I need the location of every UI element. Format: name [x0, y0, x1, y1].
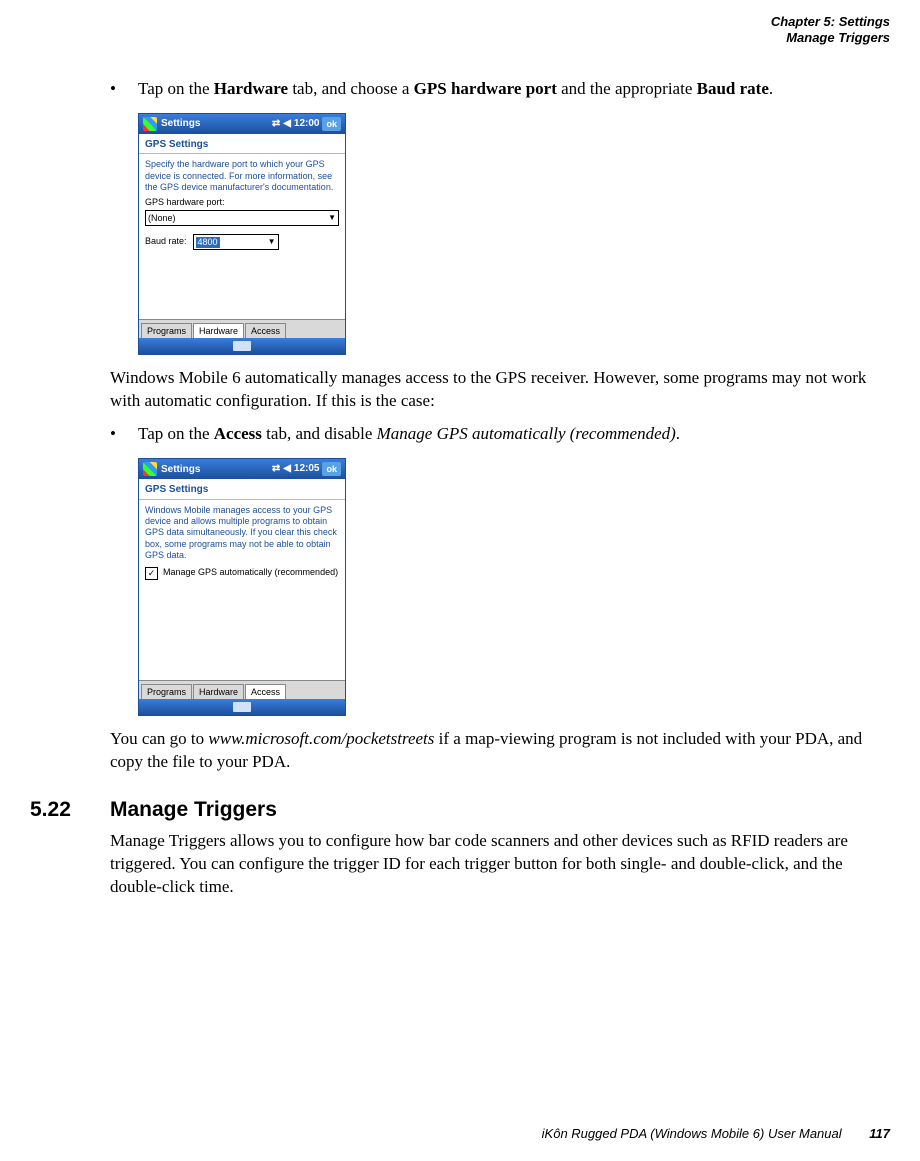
baud-label: Baud rate:	[145, 236, 187, 247]
volume-icon: ◀	[283, 462, 291, 476]
panel-title: GPS Settings	[139, 134, 345, 155]
section-heading: 5.22Manage Triggers	[110, 796, 890, 824]
window-title: Settings	[161, 463, 268, 477]
paragraph: Windows Mobile 6 automatically manages a…	[110, 367, 890, 413]
start-icon[interactable]	[143, 117, 157, 131]
panel-title: GPS Settings	[139, 479, 345, 500]
chevron-down-icon: ▼	[268, 237, 276, 247]
connectivity-icon: ⇄	[272, 117, 280, 131]
sip-bar[interactable]	[139, 699, 345, 715]
port-value: (None)	[148, 213, 176, 224]
keyboard-icon	[233, 702, 251, 712]
manual-page: Chapter 5: Settings Manage Triggers • Ta…	[0, 0, 920, 1161]
paragraph: You can go to www.microsoft.com/pocketst…	[110, 728, 890, 774]
volume-icon: ◀	[283, 117, 291, 131]
section-title: Manage Triggers	[110, 798, 277, 821]
clock-text: 12:00	[294, 117, 320, 131]
tab-hardware[interactable]: Hardware	[193, 684, 244, 699]
screenshot-access-tab: Settings ⇄ ◀ 12:05 ok GPS Settings Windo…	[138, 458, 346, 716]
tab-access[interactable]: Access	[245, 684, 286, 699]
tab-strip: Programs Hardware Access	[139, 680, 345, 699]
titlebar-status-icons: ⇄ ◀ 12:00 ok	[272, 117, 341, 131]
tab-programs[interactable]: Programs	[141, 684, 192, 699]
footer-page-number: 117	[869, 1126, 890, 1141]
bullet-text: Tap on the Access tab, and disable Manag…	[138, 423, 890, 446]
page-content: • Tap on the Hardware tab, and choose a …	[110, 78, 890, 899]
tab-hardware[interactable]: Hardware	[193, 323, 244, 338]
header-chapter: Chapter 5: Settings	[771, 14, 890, 30]
start-icon[interactable]	[143, 462, 157, 476]
connectivity-icon: ⇄	[272, 462, 280, 476]
clock-text: 12:05	[294, 462, 320, 476]
keyboard-icon	[233, 341, 251, 351]
bullet-marker: •	[110, 423, 138, 446]
screenshot-hardware-tab: Settings ⇄ ◀ 12:00 ok GPS Settings Speci…	[138, 113, 346, 356]
ok-button[interactable]: ok	[322, 117, 341, 131]
paragraph: Manage Triggers allows you to configure …	[110, 830, 890, 899]
bullet-item: • Tap on the Access tab, and disable Man…	[110, 423, 890, 446]
page-footer: iKôn Rugged PDA (Windows Mobile 6) User …	[542, 1126, 890, 1141]
port-dropdown[interactable]: (None) ▼	[145, 210, 339, 226]
url-text: www.microsoft.com/pocketstreets	[208, 729, 434, 748]
header-section: Manage Triggers	[771, 30, 890, 46]
bullet-text: Tap on the Hardware tab, and choose a GP…	[138, 78, 890, 101]
window-titlebar: Settings ⇄ ◀ 12:05 ok	[139, 459, 345, 479]
bullet-marker: •	[110, 78, 138, 101]
footer-manual-title: iKôn Rugged PDA (Windows Mobile 6) User …	[542, 1126, 842, 1141]
section-number: 5.22	[30, 796, 110, 824]
panel-body: Windows Mobile manages access to your GP…	[139, 500, 345, 680]
checkbox-label: Manage GPS automatically (recommended)	[163, 567, 338, 578]
port-label: GPS hardware port:	[145, 197, 339, 208]
ok-button[interactable]: ok	[322, 462, 341, 476]
tab-access[interactable]: Access	[245, 323, 286, 338]
panel-description: Specify the hardware port to which your …	[145, 159, 339, 193]
tab-strip: Programs Hardware Access	[139, 319, 345, 338]
window-titlebar: Settings ⇄ ◀ 12:00 ok	[139, 114, 345, 134]
titlebar-status-icons: ⇄ ◀ 12:05 ok	[272, 462, 341, 476]
baud-value: 4800	[196, 237, 220, 248]
tab-programs[interactable]: Programs	[141, 323, 192, 338]
bullet-item: • Tap on the Hardware tab, and choose a …	[110, 78, 890, 101]
window-title: Settings	[161, 117, 268, 131]
sip-bar[interactable]	[139, 338, 345, 354]
panel-body: Specify the hardware port to which your …	[139, 154, 345, 319]
manage-gps-checkbox[interactable]: ✓	[145, 567, 158, 580]
panel-description: Windows Mobile manages access to your GP…	[145, 505, 339, 561]
page-header: Chapter 5: Settings Manage Triggers	[771, 14, 890, 47]
chevron-down-icon: ▼	[328, 213, 336, 223]
baud-dropdown[interactable]: 4800 ▼	[193, 234, 279, 250]
